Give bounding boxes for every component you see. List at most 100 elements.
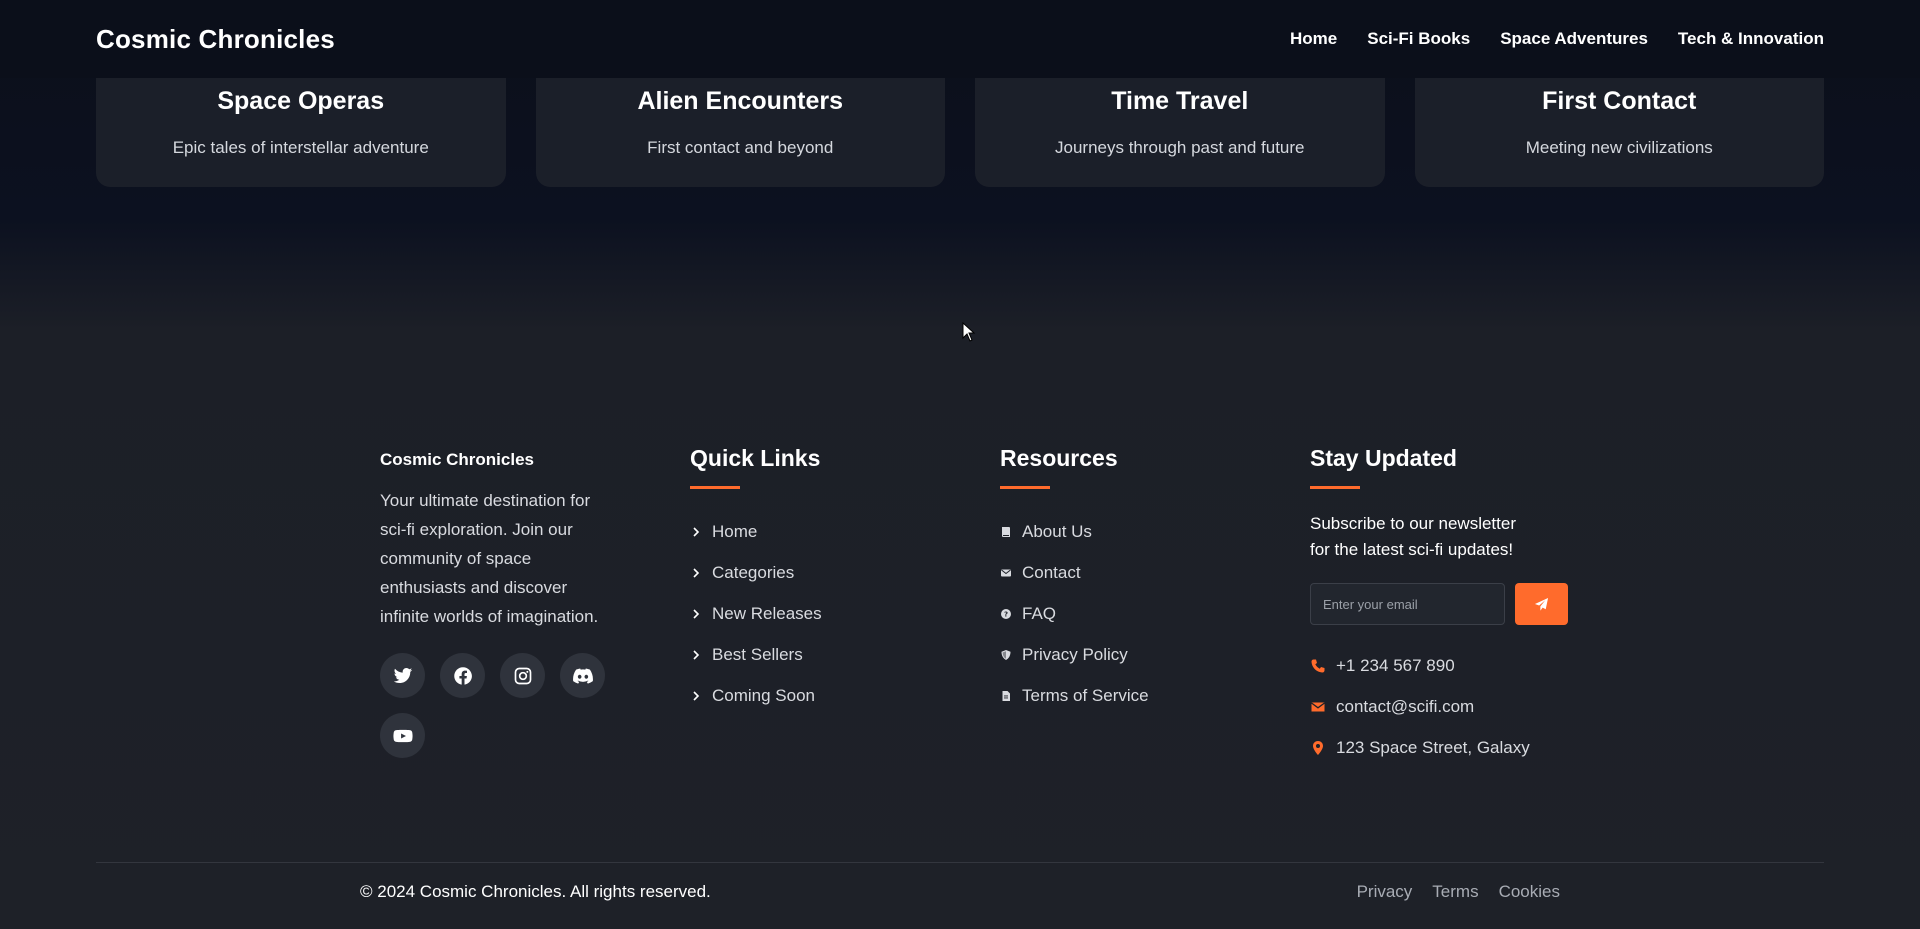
- resource-about-us[interactable]: About Us: [1000, 511, 1310, 552]
- resource-label: Terms of Service: [1022, 685, 1149, 705]
- legal-links: Privacy Terms Cookies: [1357, 882, 1560, 902]
- footer-bottom-bar: © 2024 Cosmic Chronicles. All rights res…: [360, 882, 1560, 902]
- subscribe-button[interactable]: [1515, 583, 1568, 625]
- footer-quick-links: Quick Links Home Categories New Releases…: [690, 445, 1000, 768]
- card-description: First contact and beyond: [647, 138, 834, 157]
- chevron-right-icon: [693, 567, 700, 578]
- site-logo[interactable]: Cosmic Chronicles: [96, 24, 335, 55]
- resource-label: FAQ: [1022, 603, 1057, 623]
- resources-heading: Resources: [1000, 445, 1118, 471]
- chevron-right-icon: [693, 526, 700, 537]
- envelope-icon: [1311, 701, 1325, 711]
- quick-link-label: Best Sellers: [712, 644, 803, 664]
- resource-contact[interactable]: Contact: [1000, 552, 1310, 593]
- card-description: Meeting new civilizations: [1525, 138, 1713, 157]
- quick-link-coming-soon[interactable]: Coming Soon: [690, 675, 1000, 716]
- contact-email: contact@scifi.com: [1310, 686, 1620, 727]
- facebook-icon: [453, 666, 472, 685]
- card-description: Journeys through past and future: [1055, 138, 1305, 157]
- newsletter-form: [1310, 583, 1620, 625]
- discord-icon: [572, 668, 593, 684]
- resource-privacy-policy[interactable]: Privacy Policy: [1000, 634, 1310, 675]
- mouse-cursor-icon: [962, 322, 976, 342]
- card-title: Space Operas: [217, 87, 385, 115]
- category-card-first-contact[interactable]: First Contact Meeting new civilizations: [1414, 60, 1824, 187]
- quick-links-heading: Quick Links: [690, 445, 821, 471]
- quick-link-label: Categories: [712, 562, 795, 582]
- nav-space-adventures[interactable]: Space Adventures: [1500, 29, 1648, 49]
- shield-icon: [1001, 649, 1011, 660]
- category-card-space-operas[interactable]: Space Operas Epic tales of interstellar …: [96, 60, 506, 187]
- newsletter-heading: Stay Updated: [1310, 445, 1457, 471]
- card-title: First Contact: [1542, 87, 1697, 115]
- nav-sci-fi-books[interactable]: Sci-Fi Books: [1367, 29, 1470, 49]
- email-input[interactable]: [1310, 583, 1505, 625]
- site-header: Cosmic Chronicles Home Sci-Fi Books Spac…: [0, 0, 1920, 78]
- footer-newsletter: Stay Updated Subscribe to our newsletter…: [1310, 445, 1620, 768]
- instagram-button[interactable]: [500, 653, 545, 698]
- quick-link-new-releases[interactable]: New Releases: [690, 593, 1000, 634]
- newsletter-description: Subscribe to our newsletter for the late…: [1310, 514, 1516, 559]
- book-icon: [1002, 526, 1010, 537]
- footer-resources: Resources About Us Contact ? FAQ Privacy…: [1000, 445, 1310, 768]
- twitter-button[interactable]: [380, 653, 425, 698]
- facebook-button[interactable]: [440, 653, 485, 698]
- phone-icon: [1311, 659, 1325, 672]
- quick-link-best-sellers[interactable]: Best Sellers: [690, 634, 1000, 675]
- heading-underline: [690, 486, 740, 489]
- footer-about-text: Your ultimate destination for sci-fi exp…: [380, 491, 599, 626]
- contact-address: 123 Space Street, Galaxy: [1310, 727, 1620, 768]
- chevron-right-icon: [693, 690, 700, 701]
- category-card-alien-encounters[interactable]: Alien Encounters First contact and beyon…: [535, 60, 945, 187]
- question-icon: ?: [1001, 608, 1011, 619]
- legal-link-privacy[interactable]: Privacy: [1357, 882, 1413, 902]
- category-card-time-travel[interactable]: Time Travel Journeys through past and fu…: [975, 60, 1385, 187]
- chevron-right-icon: [693, 608, 700, 619]
- site-footer: Cosmic Chronicles Your ultimate destinat…: [380, 445, 1620, 768]
- youtube-icon: [392, 729, 413, 742]
- youtube-button[interactable]: [380, 713, 425, 758]
- resources-list: About Us Contact ? FAQ Privacy Policy Te…: [1000, 511, 1310, 716]
- quick-link-home[interactable]: Home: [690, 511, 1000, 552]
- phone-number: +1 234 567 890: [1336, 655, 1455, 675]
- envelope-icon: [1001, 569, 1011, 576]
- paper-plane-icon: [1534, 597, 1549, 611]
- resource-label: About Us: [1022, 521, 1092, 541]
- footer-about: Cosmic Chronicles Your ultimate destinat…: [380, 445, 690, 768]
- quick-link-label: Coming Soon: [712, 685, 816, 705]
- heading-underline: [1000, 486, 1050, 489]
- discord-button[interactable]: [560, 653, 605, 698]
- main-nav: Home Sci-Fi Books Space Adventures Tech …: [1290, 29, 1824, 49]
- quick-link-label: New Releases: [712, 603, 822, 623]
- copyright-text: © 2024 Cosmic Chronicles. All rights res…: [360, 882, 711, 901]
- resource-label: Contact: [1022, 562, 1081, 582]
- contact-phone: +1 234 567 890: [1310, 645, 1620, 686]
- quick-link-categories[interactable]: Categories: [690, 552, 1000, 593]
- quick-links-list: Home Categories New Releases Best Seller…: [690, 511, 1000, 716]
- email-address[interactable]: contact@scifi.com: [1336, 697, 1474, 717]
- map-marker-icon: [1313, 740, 1323, 755]
- twitter-icon: [393, 667, 412, 683]
- svg-text:?: ?: [1004, 610, 1008, 618]
- footer-divider: [96, 862, 1824, 863]
- card-title: Time Travel: [1111, 87, 1249, 115]
- contact-info: +1 234 567 890 contact@scifi.com 123 Spa…: [1310, 645, 1620, 768]
- document-icon: [1002, 690, 1010, 701]
- card-title: Alien Encounters: [637, 87, 844, 115]
- street-address: 123 Space Street, Galaxy: [1336, 737, 1530, 757]
- heading-underline: [1310, 486, 1360, 489]
- instagram-icon: [514, 667, 531, 684]
- resource-faq[interactable]: ? FAQ: [1000, 593, 1310, 634]
- category-cards: Space Operas Epic tales of interstellar …: [96, 60, 1824, 187]
- resource-label: Privacy Policy: [1022, 644, 1128, 664]
- nav-home[interactable]: Home: [1290, 29, 1337, 49]
- nav-tech-innovation[interactable]: Tech & Innovation: [1678, 29, 1824, 49]
- chevron-right-icon: [693, 649, 700, 660]
- social-links: [380, 653, 620, 758]
- card-description: Epic tales of interstellar adventure: [172, 138, 429, 157]
- quick-link-label: Home: [712, 521, 758, 541]
- legal-link-cookies[interactable]: Cookies: [1499, 882, 1560, 902]
- resource-terms-of-service[interactable]: Terms of Service: [1000, 675, 1310, 716]
- legal-link-terms[interactable]: Terms: [1432, 882, 1478, 902]
- footer-brand: Cosmic Chronicles: [380, 450, 534, 469]
